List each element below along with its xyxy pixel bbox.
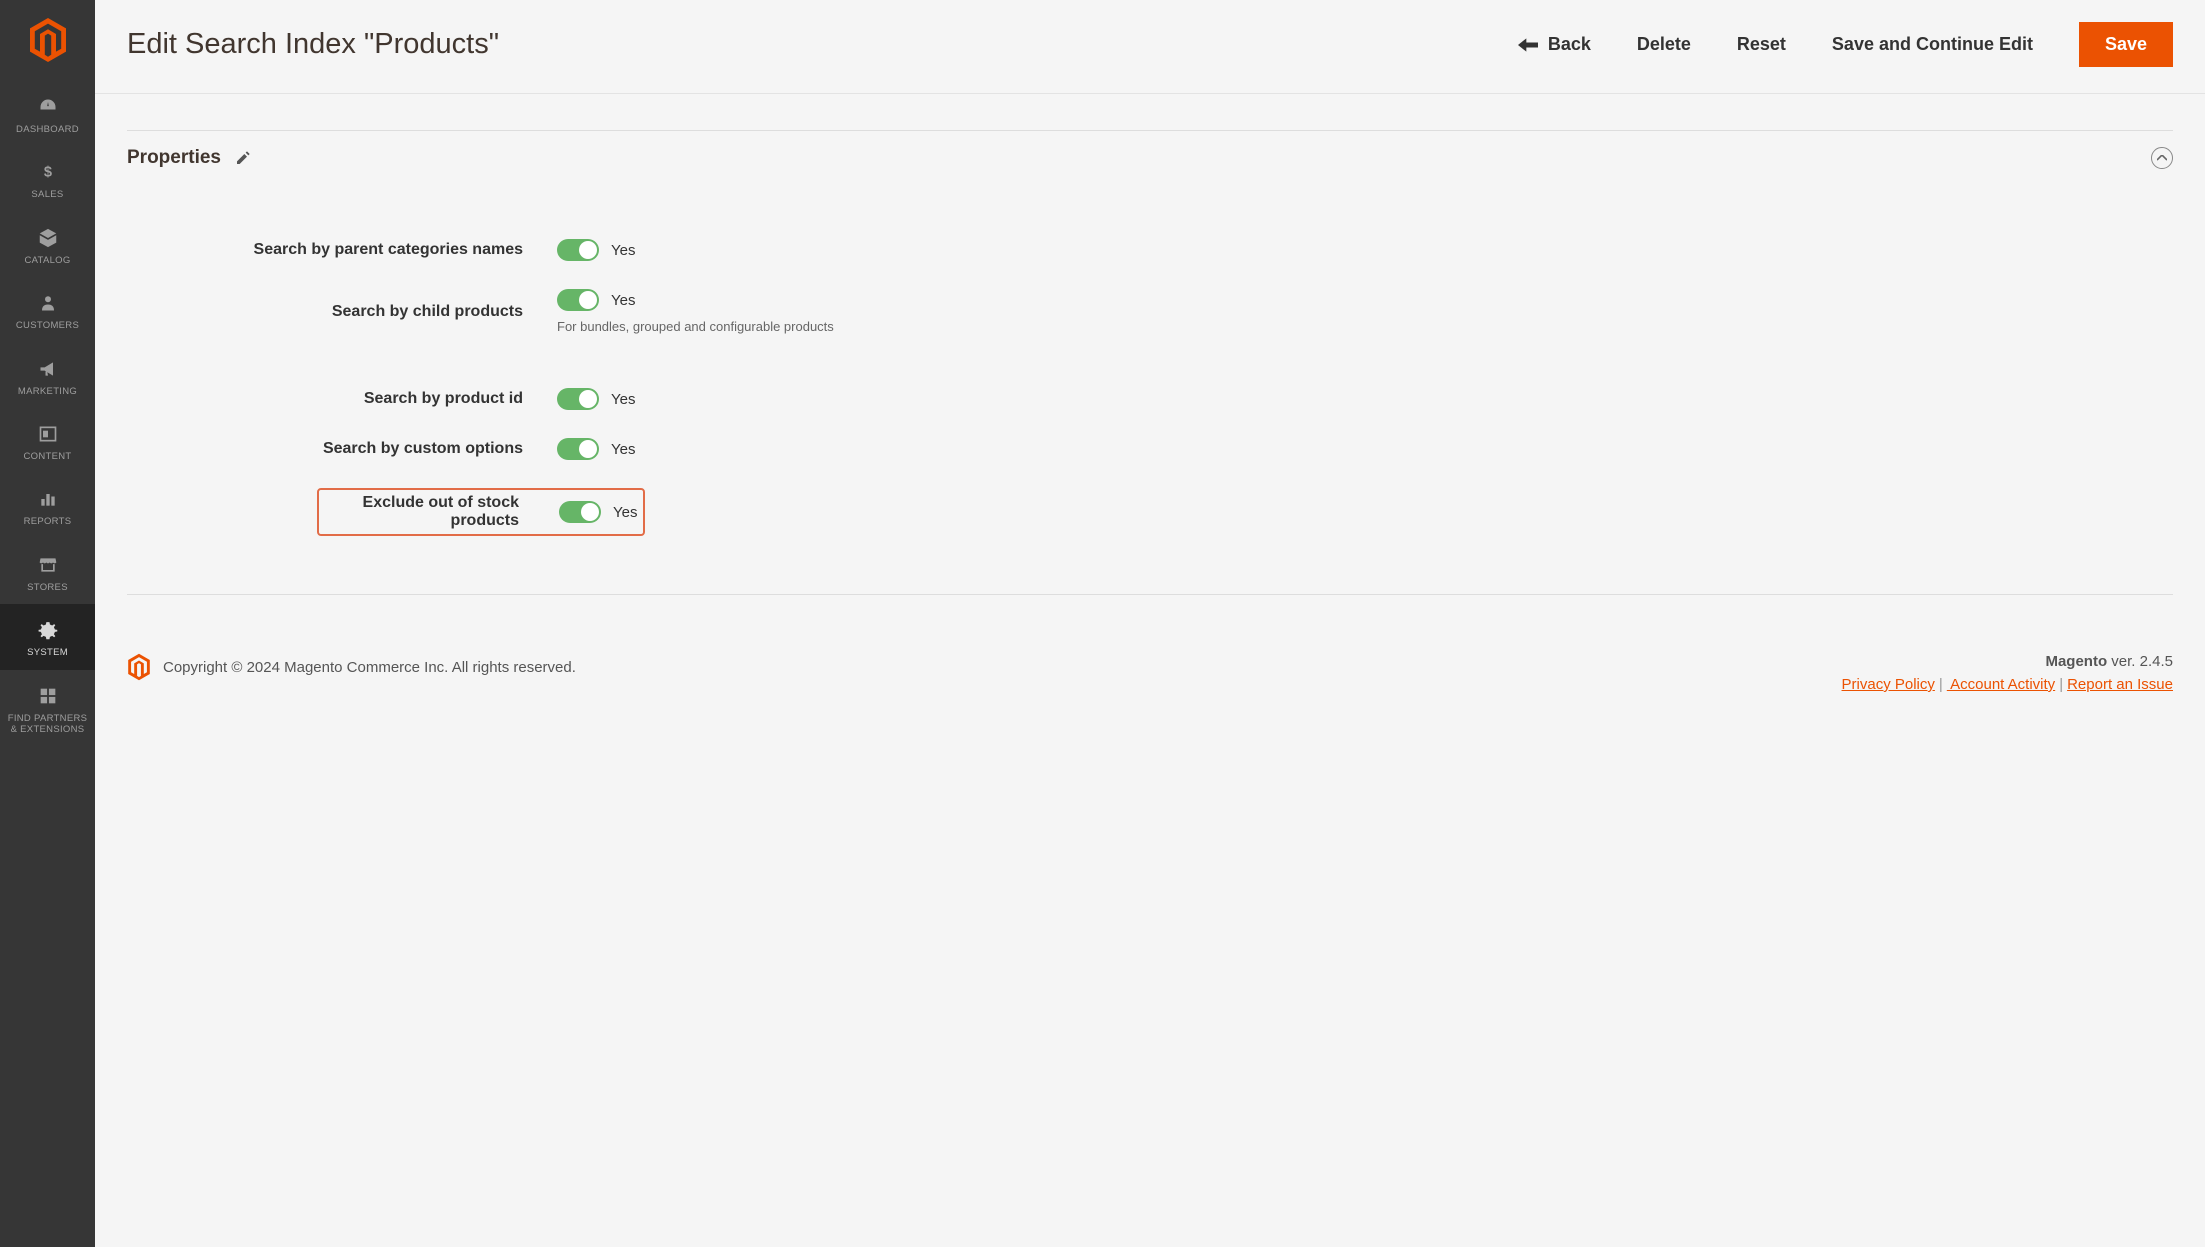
field-label: Search by parent categories names [127,241,557,259]
logo[interactable] [28,0,68,81]
store-icon [35,552,61,578]
bar-chart-icon [35,486,61,512]
cube-icon [35,225,61,251]
person-icon [35,290,61,316]
fields: Search by parent categories names Yes Se… [127,171,2173,595]
sidebar-label: CATALOG [24,255,70,266]
save-continue-button[interactable]: Save and Continue Edit [1832,34,2033,55]
copyright: Copyright © 2024 Magento Commerce Inc. A… [163,659,576,676]
toggle-value: Yes [613,504,637,521]
pencil-icon[interactable] [235,150,251,166]
sidebar-label: MARKETING [18,386,77,397]
field-search-custom-options: Search by custom options Yes [127,424,2173,474]
toggle-value: Yes [611,242,635,259]
sidebar-label: CONTENT [23,451,71,462]
sidebar: DASHBOARD $ SALES CATALOG CUSTOMERS MARK… [0,0,95,1247]
gear-icon [35,617,61,643]
separator: | [2055,676,2067,693]
field-exclude-out-of-stock: Exclude out of stock products Yes [127,474,2173,550]
sidebar-item-partners[interactable]: FIND PARTNERS & EXTENSIONS [0,670,95,747]
sidebar-label: CUSTOMERS [16,320,79,331]
back-button[interactable]: Back [1518,34,1591,55]
partners-icon [35,683,61,709]
privacy-link[interactable]: Privacy Policy [1842,676,1935,693]
toggle-child-products[interactable] [557,289,599,311]
toggle-product-id[interactable] [557,388,599,410]
sidebar-label: SYSTEM [27,647,68,658]
layout-icon [35,421,61,447]
separator: | [1935,676,1947,693]
toggle-value: Yes [611,441,635,458]
reset-button[interactable]: Reset [1737,34,1786,55]
arrow-left-icon [1518,37,1538,53]
chevron-up-icon [2157,155,2167,161]
content: Properties Search by parent categories n… [95,94,2205,619]
field-label: Search by child products [127,303,557,321]
toggle-custom-options[interactable] [557,438,599,460]
sidebar-item-customers[interactable]: CUSTOMERS [0,277,95,342]
dashboard-icon [35,94,61,120]
collapse-toggle[interactable] [2151,147,2173,169]
back-label: Back [1548,34,1591,55]
section-title: Properties [127,147,221,169]
sidebar-label: FIND PARTNERS & EXTENSIONS [4,713,91,736]
sidebar-item-reports[interactable]: REPORTS [0,473,95,538]
toggle-exclude-oos[interactable] [559,501,601,523]
sidebar-item-marketing[interactable]: MARKETING [0,343,95,408]
sidebar-label: SALES [31,189,63,200]
help-text: For bundles, grouped and configurable pr… [557,319,834,334]
section-header: Properties [127,130,2173,171]
brand-name: Magento [2045,653,2107,670]
delete-button[interactable]: Delete [1637,34,1691,55]
version-number: ver. 2.4.5 [2107,653,2173,670]
toggle-value: Yes [611,391,635,408]
dollar-icon: $ [35,159,61,185]
field-search-child-products: Search by child products Yes For bundles… [127,275,2173,348]
sidebar-label: STORES [27,582,68,593]
page-title: Edit Search Index "Products" [127,28,1518,61]
account-activity-link[interactable]: Account Activity [1947,676,2055,693]
toggle-parent-categories[interactable] [557,239,599,261]
field-label: Exclude out of stock products [319,494,553,530]
header-actions: Back Delete Reset Save and Continue Edit… [1518,22,2173,67]
svg-text:$: $ [43,165,51,181]
footer: Copyright © 2024 Magento Commerce Inc. A… [95,619,2205,713]
sidebar-item-stores[interactable]: STORES [0,539,95,604]
sidebar-item-content[interactable]: CONTENT [0,408,95,473]
version: Magento ver. 2.4.5 [1842,653,2173,670]
page-header: Edit Search Index "Products" Back Delete… [95,0,2205,94]
save-button[interactable]: Save [2079,22,2173,67]
report-issue-link[interactable]: Report an Issue [2067,676,2173,693]
megaphone-icon [35,356,61,382]
sidebar-label: REPORTS [24,516,72,527]
toggle-value: Yes [611,292,635,309]
field-search-product-id: Search by product id Yes [127,348,2173,424]
sidebar-item-sales[interactable]: $ SALES [0,146,95,211]
main: Edit Search Index "Products" Back Delete… [95,0,2205,1247]
sidebar-item-system[interactable]: SYSTEM [0,604,95,669]
sidebar-item-dashboard[interactable]: DASHBOARD [0,81,95,146]
field-label: Search by custom options [127,440,557,458]
sidebar-item-catalog[interactable]: CATALOG [0,212,95,277]
sidebar-label: DASHBOARD [16,124,79,135]
magento-icon [127,653,151,681]
field-label: Search by product id [127,390,557,408]
highlight-box: Exclude out of stock products Yes [317,488,645,536]
field-search-parent-categories: Search by parent categories names Yes [127,225,2173,275]
